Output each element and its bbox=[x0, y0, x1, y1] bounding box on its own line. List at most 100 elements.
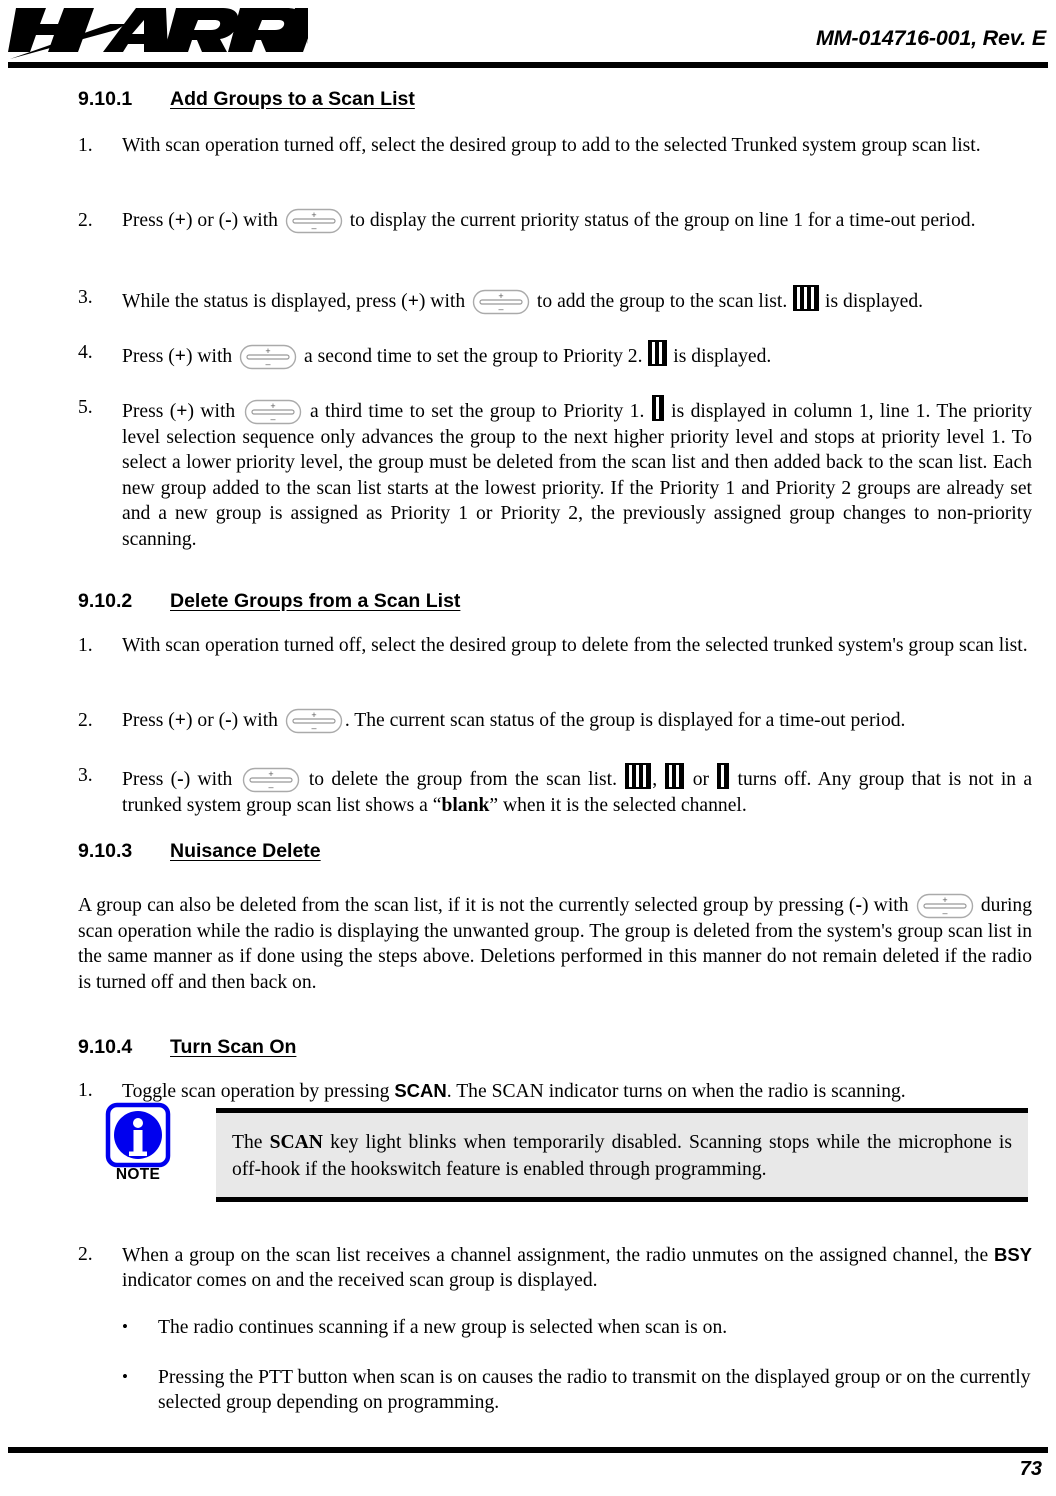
rocker-switch-icon: + – bbox=[472, 289, 530, 315]
footer-divider bbox=[8, 1447, 1048, 1453]
step-text: Toggle scan operation by pressing bbox=[122, 1081, 395, 1102]
svg-text:+: + bbox=[498, 291, 503, 301]
bullet-marker: • bbox=[122, 1317, 128, 1336]
list-item: 4. Press (+) with + – a second time to se… bbox=[78, 340, 1032, 370]
step-text: Press ( bbox=[122, 210, 175, 231]
rocker-switch-icon: + – bbox=[916, 893, 974, 919]
bullet-text: Pressing the PTT button when scan is on … bbox=[158, 1367, 1031, 1414]
step-text: to add the group to the scan list. bbox=[532, 291, 793, 312]
section-number: 9.10.1 bbox=[78, 88, 133, 110]
section-title: Nuisance Delete bbox=[170, 840, 321, 862]
step-text: Press ( bbox=[122, 710, 175, 731]
list-item: 2. When a group on the scan list receive… bbox=[78, 1242, 1032, 1294]
list-text: Press (+) with + – a third time to set th… bbox=[122, 395, 1032, 552]
svg-text:+: + bbox=[311, 710, 316, 720]
scan-list-icon bbox=[625, 763, 652, 789]
list-number: 5. bbox=[78, 397, 93, 418]
list-item: 1. With scan operation turned off, selec… bbox=[78, 133, 1032, 158]
note-box: The SCAN key light blinks when temporari… bbox=[216, 1108, 1028, 1202]
step-text: to display the current priority status o… bbox=[344, 210, 976, 231]
step-text: . The SCAN indicator turns on when the r… bbox=[446, 1081, 906, 1102]
bullet-marker: • bbox=[122, 1367, 128, 1386]
scan-key-label: SCAN bbox=[269, 1132, 323, 1153]
list-number: 3. bbox=[78, 765, 93, 786]
section-heading-9-10-1: 9.10.1 Add Groups to a Scan List bbox=[78, 88, 415, 111]
step-text: ) with bbox=[418, 291, 471, 312]
rocker-switch-icon: + – bbox=[285, 708, 343, 734]
paragraph-text: A group can also be deleted from the sca… bbox=[78, 895, 856, 916]
section-heading-9-10-2: 9.10.2 Delete Groups from a Scan List bbox=[78, 590, 460, 613]
section-title: Add Groups to a Scan List bbox=[170, 88, 415, 110]
list-text: With scan operation turned off, select t… bbox=[122, 135, 981, 156]
list-number: 2. bbox=[78, 710, 93, 731]
priority-1-icon bbox=[651, 395, 664, 421]
list-text: When a group on the scan list receives a… bbox=[122, 1242, 1032, 1294]
plus-label: + bbox=[174, 346, 186, 367]
step-text: ) with bbox=[185, 346, 238, 367]
scan-list-icon bbox=[793, 285, 820, 311]
step-text: When a group on the scan list receives a… bbox=[122, 1245, 994, 1266]
rocker-switch-icon: + – bbox=[239, 344, 297, 370]
list-text: Press (-) with + – to delete the group fr… bbox=[122, 763, 1032, 818]
step-text: ” when it is the selected channel. bbox=[489, 795, 747, 816]
priority-1-icon bbox=[717, 763, 730, 789]
list-number: 2. bbox=[78, 210, 93, 231]
list-text: Toggle scan operation by pressing SCAN. … bbox=[122, 1078, 1032, 1104]
page-number: 73 bbox=[1019, 1458, 1042, 1480]
svg-text:+: + bbox=[311, 210, 316, 220]
scan-key-label: SCAN bbox=[394, 1080, 447, 1101]
svg-text:–: – bbox=[499, 304, 504, 314]
step-text: ) with bbox=[187, 401, 242, 422]
svg-text:+: + bbox=[942, 895, 947, 905]
plus-label: + bbox=[174, 210, 186, 231]
step-text: ) or ( bbox=[185, 210, 226, 231]
info-icon bbox=[105, 1102, 171, 1168]
list-item: 2. Press (+) or (-) with + –. The current… bbox=[78, 708, 1032, 734]
registered-mark: ® bbox=[292, 13, 300, 25]
list-item: 3. Press (-) with + – to delete the group… bbox=[78, 763, 1032, 818]
step-text: Press ( bbox=[122, 769, 178, 790]
svg-text:+: + bbox=[268, 769, 273, 779]
plus-label: + bbox=[176, 401, 188, 422]
step-text: a third time to set the group to Priorit… bbox=[303, 401, 651, 422]
svg-text:+: + bbox=[265, 346, 270, 356]
rocker-switch-icon: + – bbox=[285, 208, 343, 234]
rocker-switch-icon: + – bbox=[244, 399, 302, 425]
section-number: 9.10.3 bbox=[78, 840, 133, 862]
list-item: 5. Press (+) with + – a third time to set… bbox=[78, 395, 1032, 552]
step-text: ) with bbox=[183, 769, 240, 790]
list-text: While the status is displayed, press (+)… bbox=[122, 285, 1032, 315]
paragraph-text: ) with bbox=[861, 895, 914, 916]
step-text: . The current scan status of the group i… bbox=[344, 710, 906, 731]
svg-text:–: – bbox=[266, 359, 271, 369]
step-text: is displayed. bbox=[820, 291, 924, 312]
list-item: 1. With scan operation turned off, selec… bbox=[78, 633, 1032, 658]
list-number: 2. bbox=[78, 1244, 93, 1265]
note-icon-group: NOTE bbox=[98, 1102, 178, 1184]
step-text: , bbox=[652, 769, 665, 790]
list-number: 4. bbox=[78, 342, 93, 363]
list-number: 1. bbox=[78, 135, 93, 156]
list-number: 1. bbox=[78, 635, 93, 656]
step-text: is displayed. bbox=[668, 346, 772, 367]
svg-text:–: – bbox=[311, 223, 316, 233]
list-number: 1. bbox=[78, 1080, 93, 1101]
list-text: Press (+) or (-) with + –. The current sc… bbox=[122, 708, 1032, 734]
section-title: Turn Scan On bbox=[170, 1036, 297, 1058]
step-text: ) with bbox=[231, 710, 283, 731]
header-divider bbox=[8, 62, 1048, 68]
svg-text:–: – bbox=[270, 414, 275, 424]
priority-2-icon bbox=[648, 340, 668, 366]
step-text: ) or ( bbox=[185, 710, 226, 731]
list-number: 3. bbox=[78, 287, 93, 308]
step-text: a second time to set the group to Priori… bbox=[299, 346, 648, 367]
blank-label: blank bbox=[441, 795, 490, 816]
step-text: Press ( bbox=[122, 346, 175, 367]
step-text: Press ( bbox=[122, 401, 177, 422]
step-text: ) with bbox=[231, 210, 283, 231]
list-item: • The radio continues scanning if a new … bbox=[122, 1315, 1032, 1340]
list-text: Press (+) with + – a second time to set t… bbox=[122, 340, 1032, 370]
document-page: ® MM-014716-001, Rev. E 9.10.1 Add Groups… bbox=[0, 0, 1056, 1496]
section-number: 9.10.4 bbox=[78, 1036, 133, 1058]
list-item: 1. Toggle scan operation by pressing SCA… bbox=[78, 1078, 1032, 1104]
